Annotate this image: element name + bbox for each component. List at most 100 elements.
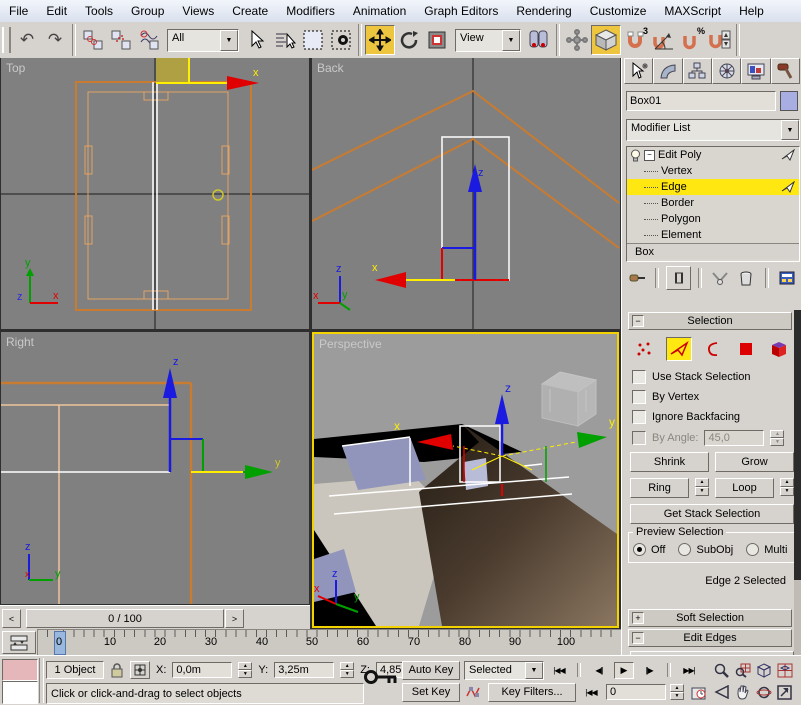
stack-row-vertex[interactable]: Vertex [627, 163, 799, 179]
next-frame-button[interactable]: ||▶ [638, 662, 660, 679]
viewport-top[interactable]: Top x [1, 58, 309, 329]
preview-subobj-radio[interactable] [678, 543, 691, 556]
soft-selection-rollout-header[interactable]: + Soft Selection [628, 609, 792, 627]
viewport-perspective[interactable]: Perspective [312, 332, 619, 628]
collapse-icon[interactable]: − [644, 150, 655, 161]
loop-spinner[interactable]: ▲▼ [780, 478, 794, 496]
edge-mode-icon[interactable] [666, 337, 692, 361]
viewport-back[interactable]: Back z x z x y [312, 58, 620, 329]
pan-button[interactable] [733, 684, 752, 701]
y-spinner[interactable]: ▲▼ [340, 662, 354, 678]
key-mode-toggle[interactable]: |◀◀ [580, 684, 602, 701]
key-mode-dropdown[interactable]: Selected ▼ [464, 661, 544, 680]
select-and-rotate-button[interactable] [395, 26, 423, 54]
go-to-end-button[interactable]: ▶▶| [678, 662, 700, 679]
menu-maxscript[interactable]: MAXScript [655, 4, 730, 18]
time-slider-handle[interactable]: 0 / 100 [26, 609, 224, 628]
bulb-icon[interactable] [630, 149, 641, 162]
menu-animation[interactable]: Animation [344, 4, 415, 18]
snap-3d-icon[interactable]: 3 [621, 26, 649, 54]
select-by-name-button[interactable] [271, 26, 299, 54]
border-mode-icon[interactable] [701, 338, 725, 360]
menu-group[interactable]: Group [122, 4, 173, 18]
zoom-button[interactable] [712, 662, 731, 679]
reference-coordsys-dropdown[interactable]: View ▼ [455, 29, 521, 52]
collapse-icon[interactable]: − [632, 632, 644, 644]
menu-edit[interactable]: Edit [37, 4, 76, 18]
loop-button[interactable]: Loop [715, 478, 774, 498]
unlink-selection-icon[interactable] [107, 26, 135, 54]
tab-modify[interactable] [653, 58, 682, 84]
maximize-viewport-toggle[interactable] [775, 684, 794, 701]
ring-button[interactable]: Ring [630, 478, 689, 498]
select-object-button[interactable] [243, 26, 271, 54]
snaps-toggle-button[interactable] [591, 25, 621, 55]
stack-row-edit-poly[interactable]: − Edit Poly [627, 147, 799, 163]
by-angle-field[interactable]: 45,0 [704, 430, 764, 446]
field-of-view-button[interactable] [712, 684, 731, 701]
preview-off-radio[interactable] [633, 543, 646, 556]
new-key-default-in-out-tangents[interactable] [464, 684, 484, 701]
ignore-backfacing-checkbox[interactable] [632, 410, 646, 424]
preview-multi-radio[interactable] [746, 543, 759, 556]
menu-views[interactable]: Views [173, 4, 223, 18]
percent-snap-icon[interactable]: % [677, 26, 705, 54]
by-angle-checkbox[interactable] [632, 431, 646, 445]
viewport-right[interactable]: Right z y z y x [1, 332, 309, 604]
time-configuration-button[interactable] [688, 684, 708, 701]
redo-button[interactable]: ↷ [41, 26, 69, 54]
bind-to-space-warp-icon[interactable] [135, 26, 163, 54]
grow-button[interactable]: Grow [715, 452, 794, 472]
expand-icon[interactable]: + [632, 612, 644, 624]
menu-create[interactable]: Create [223, 4, 277, 18]
x-spinner[interactable]: ▲▼ [238, 662, 252, 678]
stack-row-box[interactable]: Box [627, 243, 799, 259]
window-crossing-toggle[interactable] [327, 26, 355, 54]
element-mode-icon[interactable] [767, 338, 791, 360]
auto-key-button[interactable]: Auto Key [402, 661, 460, 680]
toolbar-drag-handle[interactable] [2, 27, 11, 53]
menu-modifiers[interactable]: Modifiers [277, 4, 344, 18]
undo-button[interactable]: ↶ [13, 26, 41, 54]
make-unique-button[interactable] [709, 267, 731, 289]
selection-lock-icon[interactable] [110, 662, 124, 678]
menu-file[interactable]: File [0, 4, 37, 18]
by-vertex-checkbox[interactable] [632, 390, 646, 404]
tab-hierarchy[interactable] [683, 58, 712, 84]
panel-scrollbar[interactable] [794, 310, 801, 655]
zoom-extents-button[interactable] [754, 662, 773, 679]
dropdown-arrow-icon[interactable]: ▼ [220, 30, 238, 51]
open-mini-curve-editor-button[interactable] [2, 631, 36, 654]
menu-tools[interactable]: Tools [76, 4, 122, 18]
angle-snap-icon[interactable] [649, 26, 677, 54]
object-color-swatch[interactable] [780, 91, 798, 111]
stack-row-edge[interactable]: Edge [627, 179, 799, 195]
viewport-right-label[interactable]: Right [6, 335, 34, 349]
edit-edges-rollout-header[interactable]: − Edit Edges [628, 629, 792, 647]
track-bar-ruler[interactable]: 0 10 20 30 40 50 60 70 80 90 100 [37, 629, 623, 657]
go-to-start-button[interactable]: |◀◀ [548, 662, 570, 679]
selection-filter-dropdown[interactable]: All ▼ [167, 29, 239, 52]
object-name-field[interactable] [626, 91, 776, 111]
configure-modifier-sets-button[interactable] [776, 267, 798, 289]
viewport-perspective-label[interactable]: Perspective [319, 337, 382, 351]
use-center-flyout[interactable] [525, 26, 553, 54]
stack-row-element[interactable]: Element [627, 227, 799, 243]
zoom-all-button[interactable] [733, 662, 752, 679]
x-coordinate-field[interactable] [172, 662, 232, 678]
panel-scrollbar-thumb[interactable] [794, 310, 801, 580]
vertex-mode-icon[interactable] [633, 338, 657, 360]
time-slider-prev-button[interactable]: < [2, 609, 21, 628]
polygon-mode-icon[interactable] [734, 338, 758, 360]
menu-graph-editors[interactable]: Graph Editors [415, 4, 507, 18]
modifier-list-dropdown[interactable]: Modifier List ▼ [626, 119, 800, 141]
get-stack-selection-button[interactable]: Get Stack Selection [630, 504, 794, 524]
absolute-offset-toggle[interactable] [130, 661, 150, 679]
select-and-scale-button[interactable] [423, 26, 451, 54]
spinner-snap-icon[interactable] [705, 26, 733, 54]
key-filters-button[interactable]: Key Filters... [488, 683, 576, 702]
stack-row-border[interactable]: Border [627, 195, 799, 211]
collapse-icon[interactable]: − [632, 315, 644, 327]
use-stack-selection-checkbox[interactable] [632, 370, 646, 384]
menu-customize[interactable]: Customize [581, 4, 656, 18]
